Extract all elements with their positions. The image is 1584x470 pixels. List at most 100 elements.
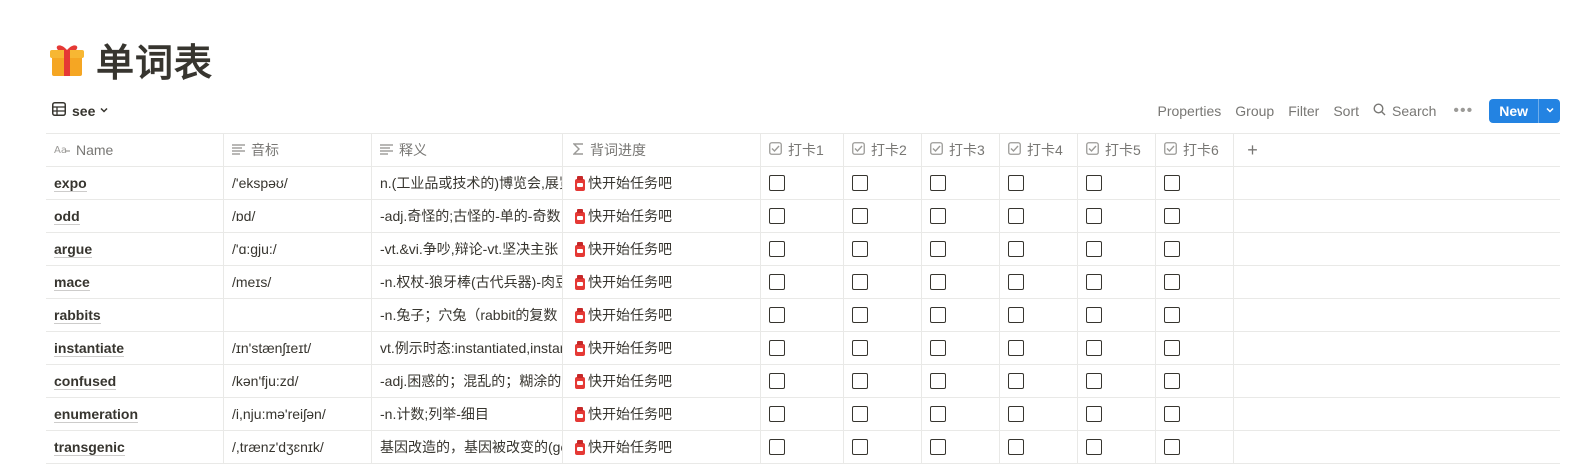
checkbox[interactable] (852, 439, 868, 455)
checkbox[interactable] (769, 175, 785, 191)
checkbox[interactable] (930, 175, 946, 191)
checkbox[interactable] (1164, 208, 1180, 224)
column-header-check1[interactable]: 打卡1 (761, 134, 844, 166)
cell-name[interactable]: odd (46, 200, 224, 232)
cell-name[interactable]: confused (46, 365, 224, 397)
cell-progress[interactable]: 快开始任务吧 (563, 233, 761, 265)
checkbox[interactable] (769, 241, 785, 257)
gift-icon[interactable] (48, 40, 86, 78)
checkbox[interactable] (1008, 274, 1024, 290)
checkbox[interactable] (769, 208, 785, 224)
checkbox[interactable] (930, 373, 946, 389)
table-row[interactable]: confused /kən'fju:zd/ -adj.困惑的；混乱的；糊涂的 快… (46, 365, 1560, 398)
checkbox[interactable] (769, 274, 785, 290)
checkbox[interactable] (1164, 307, 1180, 323)
checkbox[interactable] (1008, 307, 1024, 323)
cell-progress[interactable]: 快开始任务吧 (563, 398, 761, 430)
cell-definition[interactable]: vt.例示时态:instantiated,instant (372, 332, 563, 364)
checkbox[interactable] (1008, 439, 1024, 455)
checkbox[interactable] (769, 340, 785, 356)
cell-definition[interactable]: -n.计数;列举-细目 (372, 398, 563, 430)
word-name[interactable]: transgenic (54, 439, 125, 456)
column-header-name[interactable]: Aa Name (46, 134, 224, 166)
checkbox[interactable] (930, 241, 946, 257)
checkbox[interactable] (1164, 274, 1180, 290)
more-options-button[interactable]: ••• (1443, 102, 1483, 120)
checkbox[interactable] (769, 439, 785, 455)
column-header-check6[interactable]: 打卡6 (1156, 134, 1234, 166)
filter-button[interactable]: Filter (1281, 97, 1326, 125)
checkbox[interactable] (1086, 274, 1102, 290)
word-name[interactable]: expo (54, 175, 87, 192)
cell-progress[interactable]: 快开始任务吧 (563, 365, 761, 397)
checkbox[interactable] (1164, 439, 1180, 455)
properties-button[interactable]: Properties (1150, 97, 1228, 125)
checkbox[interactable] (930, 307, 946, 323)
checkbox[interactable] (852, 373, 868, 389)
cell-definition[interactable]: -adj.奇怪的;古怪的-单的-奇数 (372, 200, 563, 232)
new-button[interactable]: New (1489, 99, 1538, 123)
table-row[interactable]: rabbits -n.兔子；穴兔（rabbit的复数 快开始任务吧 (46, 299, 1560, 332)
cell-progress[interactable]: 快开始任务吧 (563, 299, 761, 331)
column-header-phonetic[interactable]: 音标 (224, 134, 372, 166)
cell-name[interactable]: instantiate (46, 332, 224, 364)
checkbox[interactable] (852, 241, 868, 257)
cell-phonetic[interactable]: /ɪn'stænʃɪeɪt/ (224, 332, 372, 364)
checkbox[interactable] (852, 208, 868, 224)
checkbox[interactable] (1086, 208, 1102, 224)
cell-phonetic[interactable]: /ɒd/ (224, 200, 372, 232)
checkbox[interactable] (1164, 340, 1180, 356)
checkbox[interactable] (1164, 241, 1180, 257)
checkbox[interactable] (1164, 406, 1180, 422)
checkbox[interactable] (769, 406, 785, 422)
cell-definition[interactable]: -n.权杖-狼牙棒(古代兵器)-肉豆 (372, 266, 563, 298)
cell-definition[interactable]: -adj.困惑的；混乱的；糊涂的 (372, 365, 563, 397)
cell-phonetic[interactable]: /'ekspəʊ/ (224, 167, 372, 199)
checkbox[interactable] (1086, 373, 1102, 389)
cell-name[interactable]: transgenic (46, 431, 224, 463)
checkbox[interactable] (1008, 373, 1024, 389)
table-row[interactable]: instantiate /ɪn'stænʃɪeɪt/ vt.例示时态:insta… (46, 332, 1560, 365)
checkbox[interactable] (769, 373, 785, 389)
table-row[interactable]: transgenic /,trænz'dʒɛnɪk/ 基因改造的，基因被改变的(… (46, 431, 1560, 464)
checkbox[interactable] (1008, 175, 1024, 191)
checkbox[interactable] (1008, 241, 1024, 257)
column-header-check3[interactable]: 打卡3 (922, 134, 1000, 166)
checkbox[interactable] (1008, 340, 1024, 356)
group-button[interactable]: Group (1228, 97, 1281, 125)
column-header-check4[interactable]: 打卡4 (1000, 134, 1078, 166)
column-header-check2[interactable]: 打卡2 (844, 134, 922, 166)
word-name[interactable]: enumeration (54, 406, 139, 423)
cell-progress[interactable]: 快开始任务吧 (563, 200, 761, 232)
cell-progress[interactable]: 快开始任务吧 (563, 266, 761, 298)
cell-name[interactable]: enumeration (46, 398, 224, 430)
word-name[interactable]: mace (54, 274, 90, 291)
cell-definition[interactable]: -n.兔子；穴兔（rabbit的复数 (372, 299, 563, 331)
checkbox[interactable] (1008, 406, 1024, 422)
table-row[interactable]: enumeration /i,nju:mə'reiʃən/ -n.计数;列举-细… (46, 398, 1560, 431)
column-header-check5[interactable]: 打卡5 (1078, 134, 1156, 166)
checkbox[interactable] (852, 274, 868, 290)
checkbox[interactable] (1086, 307, 1102, 323)
checkbox[interactable] (930, 406, 946, 422)
cell-phonetic[interactable]: /'ɑ:gju:/ (224, 233, 372, 265)
word-name[interactable]: argue (54, 241, 93, 258)
word-name[interactable]: instantiate (54, 340, 125, 357)
checkbox[interactable] (930, 439, 946, 455)
checkbox[interactable] (930, 208, 946, 224)
table-row[interactable]: expo /'ekspəʊ/ n.(工业品或技术的)博览会,展览 快开始任务吧 (46, 167, 1560, 200)
checkbox[interactable] (930, 340, 946, 356)
new-dropdown-button[interactable] (1538, 99, 1560, 123)
cell-phonetic[interactable]: /meɪs/ (224, 266, 372, 298)
cell-phonetic[interactable]: /kən'fju:zd/ (224, 365, 372, 397)
checkbox[interactable] (1008, 208, 1024, 224)
checkbox[interactable] (852, 406, 868, 422)
add-property-button[interactable]: + (1234, 134, 1271, 166)
checkbox[interactable] (769, 307, 785, 323)
checkbox[interactable] (1086, 406, 1102, 422)
checkbox[interactable] (1086, 241, 1102, 257)
cell-name[interactable]: mace (46, 266, 224, 298)
table-row[interactable]: odd /ɒd/ -adj.奇怪的;古怪的-单的-奇数 快开始任务吧 (46, 200, 1560, 233)
cell-definition[interactable]: n.(工业品或技术的)博览会,展览 (372, 167, 563, 199)
checkbox[interactable] (1086, 175, 1102, 191)
